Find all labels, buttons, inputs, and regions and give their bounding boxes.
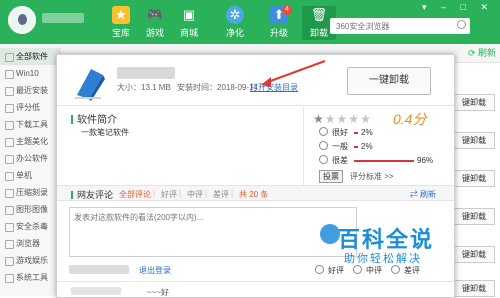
star-icon: ★ — [348, 112, 360, 126]
nav-games[interactable]: 🎮 游戏 — [138, 6, 172, 40]
upgrade-badge: 4 — [282, 5, 292, 15]
one-click-uninstall-button[interactable]: 一键卸载 — [347, 67, 431, 95]
uninstall-button[interactable]: 键卸载 — [453, 94, 495, 111]
nav-store[interactable]: ▣ 商城 — [172, 6, 206, 40]
refresh-link[interactable]: ⟳ 刷新 — [468, 46, 496, 59]
divider — [57, 105, 454, 106]
radio-icon[interactable] — [315, 265, 324, 274]
sidebar-item-win10[interactable]: Win10 — [0, 65, 60, 82]
sidebar-item-games[interactable]: 游戏娱乐 — [0, 252, 60, 269]
sidebar-item-security[interactable]: 安全杀毒 — [0, 218, 60, 235]
tab-good[interactable]: 好评 — [161, 189, 177, 200]
rating-bar — [354, 145, 358, 148]
comments-refresh-link[interactable]: ⇄ 刷新 — [410, 189, 436, 200]
rating-bad[interactable]: 很差 96% — [319, 155, 433, 167]
app-icon — [75, 69, 105, 101]
search-box[interactable] — [330, 18, 470, 34]
comment-snippet: ~~~好 — [147, 288, 170, 297]
star-rating: ★★★★★ — [313, 112, 372, 126]
comment-box[interactable] — [69, 207, 357, 257]
comments-header: 网友评论 全部评论 | 好评 | 中评 | 差评 | 共 20 条 ⇄ 刷新 — [57, 185, 454, 201]
star-icon: ★ — [313, 112, 324, 126]
store-icon: ▣ — [182, 7, 196, 22]
sidebar-item-browser[interactable]: 浏览器 — [0, 235, 60, 252]
sidebar: 全部软件 Win10 最近安装 评分低 下载工具 主题美化 办公软件 单机 压缩… — [0, 48, 61, 296]
sidebar-item-single[interactable]: 单机 — [0, 167, 60, 184]
nav-baoku[interactable]: ★ 宝库 — [104, 6, 138, 40]
username-blurred — [42, 13, 84, 23]
trash-icon: 🗑 — [310, 7, 328, 22]
sidebar-item-office[interactable]: 办公软件 — [0, 150, 60, 167]
sidebar-item-download[interactable]: 下载工具 — [0, 116, 60, 133]
search-input[interactable] — [330, 18, 456, 34]
app-name-blurred — [117, 67, 175, 79]
nav-clean[interactable]: ✲ 净化 — [218, 6, 252, 40]
tab-all-comments[interactable]: 全部评论 — [119, 189, 151, 200]
radio-icon[interactable] — [319, 127, 328, 136]
username-blurred — [69, 265, 129, 274]
search-icon[interactable] — [457, 20, 466, 29]
watermark-subtitle: 助你轻松解决 — [344, 253, 422, 265]
rating-bar — [354, 159, 414, 162]
separator: | — [179, 189, 182, 198]
divider — [303, 107, 304, 185]
sidebar-item-all[interactable]: 全部软件 — [0, 48, 60, 65]
avatar[interactable] — [8, 6, 36, 34]
comments-title: 网友评论 — [71, 188, 113, 201]
sidebar-item-compress[interactable]: 压缩刻录 — [0, 184, 60, 201]
separator: | — [153, 189, 156, 198]
separator: | — [205, 189, 208, 198]
sidebar-item-system[interactable]: 系统工具 — [0, 269, 60, 286]
divider — [57, 281, 454, 282]
radio-icon[interactable] — [319, 155, 328, 164]
star-icon: ★ — [360, 112, 371, 126]
separator: | — [231, 189, 234, 198]
rating-good[interactable]: 很好 2% — [319, 127, 373, 139]
rating-average[interactable]: 一般 2% — [319, 141, 373, 153]
sidebar-item-recent[interactable]: 最近安装 — [0, 82, 60, 99]
rating-standard-link[interactable]: 评分标准 >> — [350, 171, 394, 182]
gamepad-icon: 🎮 — [146, 7, 164, 22]
uninstall-button[interactable]: 键卸载 — [453, 132, 495, 149]
logout-link[interactable]: 退出登录 — [139, 265, 171, 276]
gear-icon: ✲ — [226, 6, 244, 24]
uninstall-button[interactable]: 键卸载 — [453, 280, 495, 297]
tab-bad[interactable]: 差评 — [213, 189, 229, 200]
score: 0.4分 — [393, 111, 427, 127]
intro-title: 软件简介 — [71, 111, 117, 126]
sidebar-item-graphics[interactable]: 图形图像 — [0, 201, 60, 218]
intro-text: 一款笔记软件 — [81, 128, 129, 137]
star-icon: ★ — [336, 112, 348, 126]
radio-icon[interactable] — [319, 141, 328, 150]
vote-button[interactable]: 投票 — [319, 170, 343, 183]
rating-bar — [354, 131, 358, 134]
annotation-arrow-icon — [261, 60, 326, 87]
app-size: 大小：13.1 MB — [117, 83, 171, 92]
comment-user-blurred — [71, 287, 121, 295]
comment-count: 共 20 条 — [239, 190, 269, 199]
uninstall-button[interactable]: 键卸载 — [453, 170, 495, 187]
tab-neutral[interactable]: 中评 — [187, 189, 203, 200]
install-time: 安装时间：2018-09-14 — [177, 83, 258, 92]
star-icon: ★ — [112, 6, 130, 24]
window-controls[interactable]: ▾ – □ ✕ — [422, 2, 494, 13]
star-icon: ★ — [324, 112, 336, 126]
nav-upgrade[interactable]: ⬆ 4 升级 — [262, 5, 296, 40]
comment-input[interactable] — [70, 208, 356, 256]
watermark-logo-icon — [320, 224, 340, 244]
top-header: ★ 宝库 🎮 游戏 ▣ 商城 ✲ 净化 ⬆ 4 升级 🗑 卸载 ▾ – □ ✕ — [0, 0, 500, 44]
sidebar-item-theme[interactable]: 主题美化 — [0, 133, 60, 150]
watermark: 百科全说 助你轻松解决 — [320, 222, 468, 270]
sidebar-item-low-rating[interactable]: 评分低 — [0, 99, 60, 116]
